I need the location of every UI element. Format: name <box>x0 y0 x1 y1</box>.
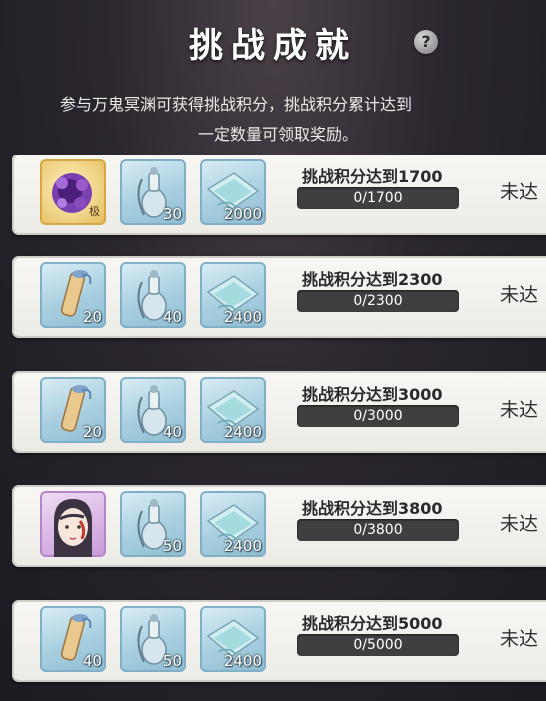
reward-slot[interactable]: 2400 <box>200 377 266 443</box>
reward-slot[interactable]: 30 <box>120 159 186 225</box>
achievement-row: 20 40 2400 挑战积分达到3000 0/3000 未达 <box>12 371 546 453</box>
progress-bar: 0/2300 <box>297 290 459 312</box>
reward-quantity: 2400 <box>223 652 262 670</box>
reward-quantity: 40 <box>162 423 182 441</box>
reward-quantity: 20 <box>82 308 102 326</box>
reward-quantity: 2400 <box>223 308 262 326</box>
header: 挑战成就 ? 参与万鬼冥渊可获得挑战积分，挑战积分累计达到 一定数量可领取奖励。 <box>0 0 546 160</box>
status-label: 未达 <box>500 628 539 650</box>
reward-quantity: 50 <box>162 652 182 670</box>
reward-quantity: 2000 <box>223 205 262 223</box>
reward-quantity: 40 <box>82 652 102 670</box>
status-label: 未达 <box>500 399 539 421</box>
grade-badge: 极 <box>89 205 100 218</box>
description-line-1: 参与万鬼冥渊可获得挑战积分，挑战积分累计达到 <box>60 95 413 114</box>
achievement-row: 50 2400 挑战积分达到3800 0/3800 未达 <box>12 485 546 567</box>
goal-label: 挑战积分达到3000 <box>302 385 443 404</box>
progress-text: 0/5000 <box>353 637 403 653</box>
description: 参与万鬼冥渊可获得挑战积分，挑战积分累计达到 一定数量可领取奖励。 <box>60 90 546 150</box>
reward-slot[interactable]: 40 <box>120 377 186 443</box>
progress-bar: 0/5000 <box>297 634 459 656</box>
reward-quantity: 40 <box>162 308 182 326</box>
goal-label: 挑战积分达到3800 <box>302 499 443 518</box>
reward-quantity: 50 <box>162 537 182 555</box>
reward-slot[interactable]: 极 <box>40 159 106 225</box>
achievement-row: 20 40 2400 挑战积分达到2300 0/2300 未达 <box>12 256 546 338</box>
reward-slot[interactable]: 20 <box>40 262 106 328</box>
reward-quantity: 2400 <box>223 537 262 555</box>
reward-quantity: 2400 <box>223 423 262 441</box>
progress-text: 0/2300 <box>353 293 403 309</box>
description-line-2: 一定数量可领取奖励。 <box>198 125 359 144</box>
reward-slot[interactable]: 2000 <box>200 159 266 225</box>
page-title: 挑战成就 <box>189 26 357 66</box>
reward-slot[interactable]: 50 <box>120 491 186 557</box>
achievement-row: 极 30 2000 挑战积分达到1700 0/1700 未达 <box>12 155 546 235</box>
progress-bar: 0/3800 <box>297 519 459 541</box>
status-label: 未达 <box>500 284 539 306</box>
reward-quantity: 30 <box>162 205 182 223</box>
reward-quantity: 20 <box>82 423 102 441</box>
reward-slot[interactable] <box>40 491 106 557</box>
progress-bar: 0/1700 <box>297 187 459 209</box>
goal-label: 挑战积分达到1700 <box>302 167 443 186</box>
achievement-list[interactable]: 极 30 2000 挑战积分达到1700 0/1700 未达 20 40 240… <box>0 155 546 701</box>
progress-text: 0/3800 <box>353 522 403 538</box>
goal-label: 挑战积分达到2300 <box>302 270 443 289</box>
reward-slot[interactable]: 2400 <box>200 262 266 328</box>
progress-text: 0/3000 <box>353 408 403 424</box>
reward-slot[interactable]: 50 <box>120 606 186 672</box>
reward-slot[interactable]: 20 <box>40 377 106 443</box>
status-label: 未达 <box>500 181 539 203</box>
progress-bar: 0/3000 <box>297 405 459 427</box>
progress-text: 0/1700 <box>353 190 403 206</box>
title-row: 挑战成就 <box>0 18 546 67</box>
character-portrait-icon <box>54 499 92 557</box>
reward-slot[interactable]: 40 <box>40 606 106 672</box>
achievement-row: 40 50 2400 挑战积分达到5000 0/5000 未达 <box>12 600 546 682</box>
status-label: 未达 <box>500 513 539 535</box>
reward-slot[interactable]: 2400 <box>200 606 266 672</box>
reward-slot[interactable]: 2400 <box>200 491 266 557</box>
help-icon[interactable]: ? <box>414 30 438 54</box>
reward-slot[interactable]: 40 <box>120 262 186 328</box>
goal-label: 挑战积分达到5000 <box>302 614 443 633</box>
